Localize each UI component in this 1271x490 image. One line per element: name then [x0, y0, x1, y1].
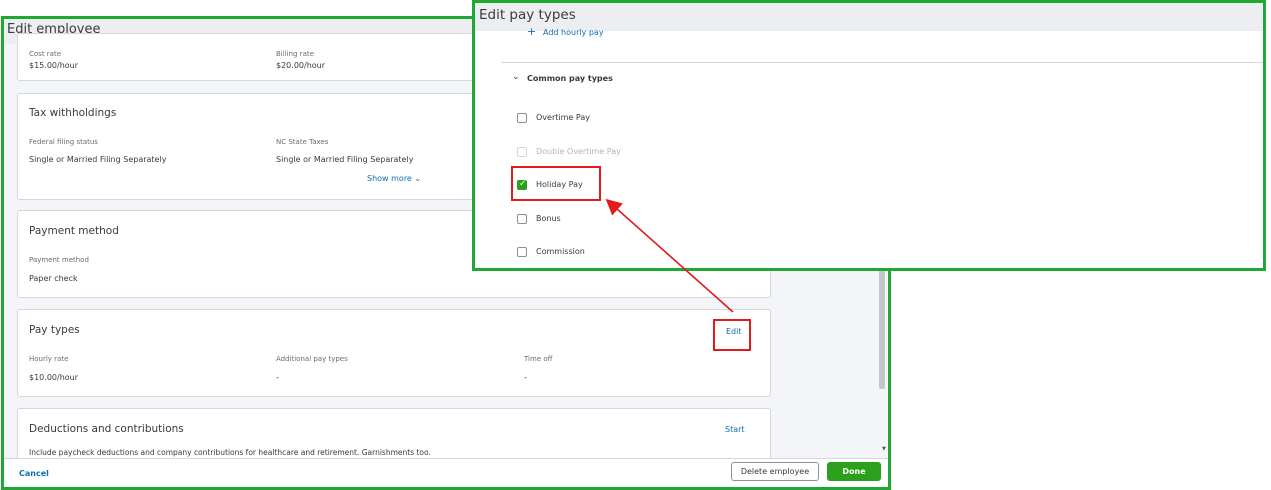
payment-method-label: Payment method	[29, 256, 89, 264]
cost-rate-value: $15.00/hour	[29, 61, 79, 70]
hourly-rate-value: $10.00/hour	[29, 373, 79, 382]
overtime-pay-checkbox[interactable]	[517, 113, 527, 123]
billing-rate-value: $20.00/hour	[276, 61, 326, 70]
bonus-label: Bonus	[536, 214, 561, 223]
deductions-start-link[interactable]: Start	[725, 425, 745, 434]
payment-method-title: Payment method	[29, 225, 119, 237]
done-button[interactable]: Done	[827, 462, 881, 481]
scrollbar-thumb[interactable]	[879, 269, 885, 389]
edit-pay-types-title: Edit pay types	[479, 7, 576, 23]
state-taxes-value: Single or Married Filing Separately	[276, 155, 414, 164]
deductions-description: Include paycheck deductions and company …	[29, 448, 431, 457]
federal-filing-label: Federal filing status	[29, 138, 98, 146]
delete-employee-button[interactable]: Delete employee	[731, 462, 819, 481]
common-pay-types-header[interactable]: Common pay types	[527, 74, 613, 83]
overtime-pay-label: Overtime Pay	[536, 113, 590, 122]
bonus-checkbox[interactable]	[517, 214, 527, 224]
chevron-down-icon: ⌄	[414, 174, 422, 183]
pay-types-card: Pay types Edit Hourly rate $10.00/hour A…	[17, 309, 771, 397]
pay-types-title: Pay types	[29, 324, 80, 336]
chevron-down-icon[interactable]: ⌄	[512, 72, 520, 82]
show-more-label: Show more	[367, 174, 412, 183]
time-off-label: Time off	[524, 355, 553, 363]
double-overtime-pay-label: Double Overtime Pay	[536, 147, 621, 156]
time-off-value: -	[524, 373, 527, 382]
edit-pay-types-titlebar: Edit pay types	[475, 3, 1263, 31]
billing-rate-label: Billing rate	[276, 50, 314, 58]
state-taxes-label: NC State Taxes	[276, 138, 329, 146]
federal-filing-value: Single or Married Filing Separately	[29, 155, 167, 164]
additional-pay-types-value: -	[276, 373, 279, 382]
deductions-title: Deductions and contributions	[29, 423, 184, 435]
edit-pay-types-window: Edit pay types + Add hourly pay ⌄ Common…	[472, 0, 1266, 271]
double-overtime-pay-checkbox	[517, 147, 527, 157]
payment-method-value: Paper check	[29, 274, 78, 283]
add-hourly-pay-link[interactable]: Add hourly pay	[543, 28, 604, 37]
tax-withholdings-title: Tax withholdings	[29, 107, 117, 119]
hourly-rate-label: Hourly rate	[29, 355, 69, 363]
edit-employee-footer: Cancel Delete employee Done	[4, 458, 888, 487]
plus-icon[interactable]: +	[527, 25, 536, 38]
cancel-button[interactable]: Cancel	[19, 469, 49, 478]
commission-label: Commission	[536, 247, 585, 256]
cost-rate-label: Cost rate	[29, 50, 62, 58]
scroll-down-arrow-icon[interactable]: ▼	[882, 446, 886, 452]
show-more-link[interactable]: Show more ⌄	[367, 174, 421, 183]
holiday-pay-highlight-box	[511, 166, 601, 201]
commission-checkbox[interactable]	[517, 247, 527, 257]
section-divider	[501, 62, 1263, 63]
additional-pay-types-label: Additional pay types	[276, 355, 348, 363]
edit-link-highlight-box	[713, 319, 751, 351]
